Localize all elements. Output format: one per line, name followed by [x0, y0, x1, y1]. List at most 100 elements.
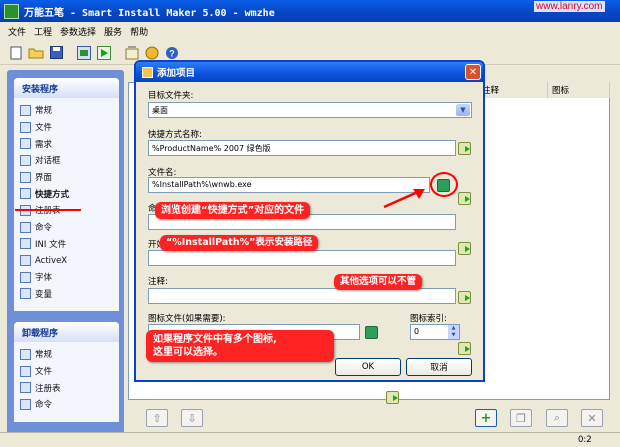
annotation-install-path: “%InstallPath%”表示安装路径: [160, 235, 319, 252]
dialog-close-button[interactable]: ✕: [465, 64, 481, 80]
install-item[interactable]: 界面: [20, 169, 119, 186]
install-item[interactable]: ActiveX: [20, 252, 119, 269]
run-icon[interactable]: [96, 45, 112, 61]
install-item-label: 快捷方式: [35, 189, 70, 200]
highlight-circle: [430, 172, 458, 197]
install-panel-title[interactable]: 安装程序: [14, 78, 119, 98]
icon-index-value: 0: [414, 327, 420, 336]
build-icon[interactable]: [76, 45, 92, 61]
search-button[interactable]: ⌕: [546, 409, 568, 427]
open-icon[interactable]: [28, 45, 44, 61]
uninstall-item-label: 命令: [35, 400, 53, 411]
install-item[interactable]: 字体: [20, 269, 119, 286]
add-button[interactable]: +: [475, 409, 497, 427]
install-item[interactable]: 快捷方式: [20, 185, 119, 202]
general-icon: [20, 348, 31, 360]
menu-service[interactable]: 服务: [100, 25, 126, 38]
insert-variable-icon[interactable]: [458, 242, 471, 255]
spin-down-icon[interactable]: ▼: [448, 332, 459, 339]
annotation-multi-icon: 如果程序文件中有多个图标, 这里可以选择。: [146, 330, 334, 362]
start-in-input[interactable]: [148, 250, 456, 266]
delete-button[interactable]: ✕: [581, 409, 603, 427]
sidebar: 安装程序 常规 文件 需求 对话框 界面 快捷方式 注册表 命令 INI 文件 ActiveX 字体…: [7, 70, 124, 435]
selected-underline: [15, 209, 81, 211]
font-icon: [20, 271, 31, 283]
general-icon: [20, 104, 31, 116]
comment-label: 注释:: [148, 277, 168, 287]
copy-button[interactable]: ❐: [510, 409, 532, 427]
dialog-icon: [142, 66, 153, 78]
copy-icon: ❐: [516, 411, 526, 425]
uninstall-item[interactable]: 常规: [20, 346, 119, 363]
insert-variable-icon[interactable]: [458, 142, 471, 155]
column-icon[interactable]: 图标: [548, 82, 610, 98]
target-folder-value: 桌面: [152, 106, 168, 115]
move-down-button[interactable]: ⇩: [181, 409, 203, 427]
install-item-label: 文件: [35, 123, 53, 134]
menu-project[interactable]: 工程: [30, 25, 56, 38]
insert-variable-icon[interactable]: [458, 291, 471, 304]
uninstall-item-label: 注册表: [35, 383, 61, 394]
uninstall-item[interactable]: 命令: [20, 396, 119, 413]
uninstall-item[interactable]: 注册表: [20, 379, 119, 396]
ok-button[interactable]: OK: [335, 358, 401, 376]
shortcut-name-input[interactable]: %ProductName% 2007 绿色版: [148, 140, 456, 156]
delete-icon: ✕: [587, 411, 597, 425]
annotation-multi-icon-line1: 如果程序文件中有多个图标,: [153, 334, 277, 345]
dialog-titlebar: 添加项目: [136, 62, 483, 82]
icon-index-label: 图标索引:: [410, 314, 447, 324]
requirements-icon: [20, 138, 31, 150]
uninstall-item-list: 常规 文件注册表命令: [14, 342, 119, 413]
spin-up-icon[interactable]: ▲: [448, 325, 459, 332]
browse-icon-file-icon[interactable]: [365, 326, 378, 339]
install-item[interactable]: 需求: [20, 135, 119, 152]
menu-file[interactable]: 文件: [4, 25, 30, 38]
install-item-label: ActiveX: [35, 255, 68, 266]
install-item[interactable]: 命令: [20, 219, 119, 236]
move-up-button[interactable]: ⇧: [146, 409, 168, 427]
dialog-title: 添加项目: [157, 68, 196, 79]
dialogs-icon: [20, 154, 31, 166]
options-icon[interactable]: [124, 45, 140, 61]
comment-input[interactable]: [148, 288, 456, 304]
arrow-down-icon: ⇩: [187, 411, 197, 425]
uninstall-panel-title[interactable]: 卸载程序: [14, 322, 119, 342]
insert-variable-icon[interactable]: [458, 342, 471, 355]
menubar: 文件 工程 参数选择 服务 帮助: [0, 22, 620, 41]
install-item[interactable]: 变量: [20, 286, 119, 303]
target-folder-select[interactable]: 桌面 ▼: [148, 102, 472, 118]
insert-variable-icon[interactable]: [386, 391, 399, 404]
install-item-list: 常规 文件 需求 对话框 界面 快捷方式 注册表 命令 INI 文件 ActiveX 字体 变量: [14, 98, 119, 302]
close-icon: ✕: [468, 66, 478, 78]
install-item[interactable]: INI 文件: [20, 236, 119, 253]
menu-help[interactable]: 帮助: [126, 25, 152, 38]
variable-icon: [20, 288, 31, 300]
chevron-down-icon[interactable]: ▼: [456, 104, 470, 116]
activex-icon: [20, 255, 31, 267]
install-item-label: 界面: [35, 173, 53, 184]
files-icon: [20, 121, 31, 133]
watermark: www.lanry.com: [534, 1, 605, 12]
search-icon: ⌕: [553, 411, 561, 424]
web-icon[interactable]: [144, 45, 160, 61]
help-icon[interactable]: ?: [164, 45, 180, 61]
arrow-up-icon: ⇧: [152, 411, 162, 425]
install-item[interactable]: 常规: [20, 102, 119, 119]
ini-file-icon: [20, 238, 31, 250]
install-item[interactable]: 对话框: [20, 152, 119, 169]
insert-variable-icon[interactable]: [458, 192, 471, 205]
spinner-arrows[interactable]: ▲ ▼: [448, 325, 459, 339]
install-item[interactable]: 文件: [20, 119, 119, 136]
svg-text:?: ?: [169, 48, 175, 58]
interface-icon: [20, 171, 31, 183]
cancel-button[interactable]: 取消: [406, 358, 472, 376]
uninstall-item[interactable]: 文件: [20, 363, 119, 380]
annotation-multi-icon-line2: 这里可以选择。: [153, 347, 223, 358]
new-icon[interactable]: [8, 45, 24, 61]
target-folder-label: 目标文件夹:: [148, 91, 194, 101]
column-comment[interactable]: 注释: [478, 82, 548, 98]
window-title: 万能五笔 - Smart Install Maker 5.00 - wmzhe: [24, 7, 275, 19]
menu-preferences[interactable]: 参数选择: [56, 25, 100, 38]
save-icon[interactable]: [48, 45, 64, 61]
install-item-label: 命令: [35, 223, 53, 234]
